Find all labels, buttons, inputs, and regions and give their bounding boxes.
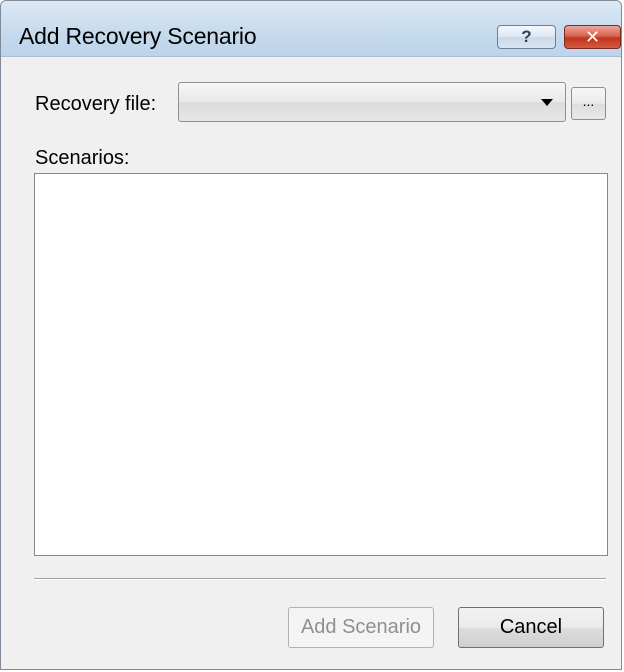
title-bar[interactable]: Add Recovery Scenario ? ✕ <box>1 1 621 57</box>
browse-button[interactable]: ... <box>571 87 606 120</box>
close-icon: ✕ <box>584 26 601 47</box>
add-scenario-button[interactable]: Add Scenario <box>288 607 434 648</box>
help-icon: ? <box>521 27 532 46</box>
close-button[interactable]: ✕ <box>564 25 621 49</box>
scenarios-list[interactable] <box>34 173 608 556</box>
cancel-button[interactable]: Cancel <box>458 607 604 648</box>
dialog-title: Add Recovery Scenario <box>19 23 257 49</box>
dropdown-arrow-icon <box>541 99 553 106</box>
scenarios-label: Scenarios: <box>35 147 130 169</box>
separator <box>34 578 606 580</box>
recovery-file-label: Recovery file: <box>35 93 157 115</box>
recovery-file-dropdown[interactable] <box>178 82 566 122</box>
help-button[interactable]: ? <box>497 25 556 49</box>
add-recovery-scenario-dialog: Add Recovery Scenario ? ✕ Recovery file:… <box>0 0 622 670</box>
